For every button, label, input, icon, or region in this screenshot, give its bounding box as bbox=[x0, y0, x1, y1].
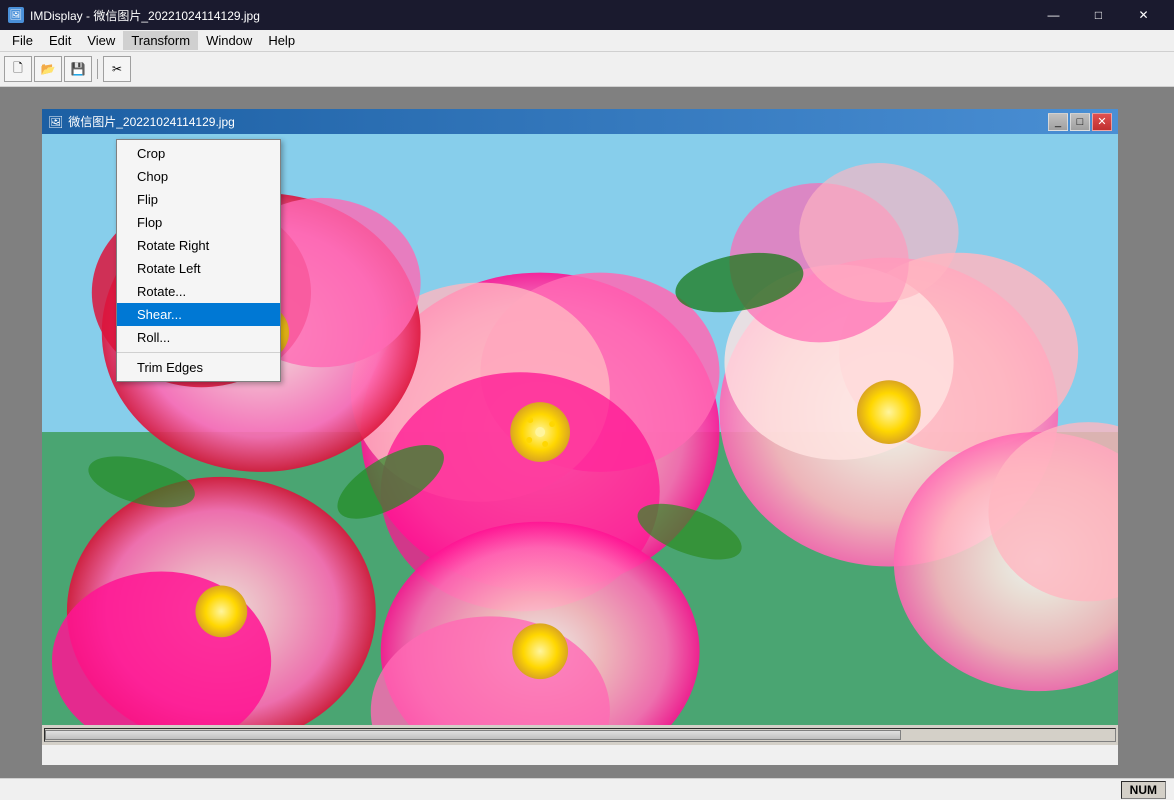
cut-button[interactable]: ✂ bbox=[103, 56, 131, 82]
scroll-thumb[interactable] bbox=[45, 730, 901, 740]
menu-transform[interactable]: Transform bbox=[123, 31, 198, 50]
menu-item-rotate-left[interactable]: Rotate Left bbox=[117, 257, 280, 280]
title-bar: 🖼 IMDisplay - 微信图片_20221024114129.jpg — … bbox=[0, 0, 1174, 30]
menu-bar: File Edit View Transform Window Help bbox=[0, 30, 1174, 52]
menu-item-flop[interactable]: Flop bbox=[117, 211, 280, 234]
menu-item-flip[interactable]: Flip bbox=[117, 188, 280, 211]
minimize-button[interactable]: — bbox=[1031, 0, 1076, 30]
inner-title-text: 微信图片_20221024114129.jpg bbox=[68, 113, 235, 130]
menu-item-roll[interactable]: Roll... bbox=[117, 326, 280, 349]
menu-item-rotate[interactable]: Rotate... bbox=[117, 280, 280, 303]
maximize-button[interactable]: □ bbox=[1076, 0, 1121, 30]
horizontal-scrollbar[interactable] bbox=[42, 725, 1118, 745]
menu-item-chop[interactable]: Chop bbox=[117, 165, 280, 188]
menu-item-crop[interactable]: Crop bbox=[117, 142, 280, 165]
inner-win-controls: _ □ ✕ bbox=[1048, 113, 1112, 131]
inner-title-bar: 🖼 微信图片_20221024114129.jpg _ □ ✕ bbox=[42, 109, 1118, 134]
menu-view[interactable]: View bbox=[79, 31, 123, 50]
title-text: IMDisplay - 微信图片_20221024114129.jpg bbox=[30, 7, 260, 24]
toolbar: 🗋 📂 💾 ✂ bbox=[0, 52, 1174, 87]
scroll-track bbox=[44, 728, 1116, 742]
menu-item-shear[interactable]: Shear... bbox=[117, 303, 280, 326]
close-button[interactable]: ✕ bbox=[1121, 0, 1166, 30]
main-area: 🖼 微信图片_20221024114129.jpg _ □ ✕ bbox=[0, 87, 1174, 778]
inner-close-button[interactable]: ✕ bbox=[1092, 113, 1112, 131]
status-bar: NUM bbox=[0, 778, 1174, 800]
menu-item-rotate-right[interactable]: Rotate Right bbox=[117, 234, 280, 257]
open-button[interactable]: 📂 bbox=[34, 56, 62, 82]
menu-file[interactable]: File bbox=[4, 31, 41, 50]
menu-help[interactable]: Help bbox=[260, 31, 303, 50]
inner-title-left: 🖼 微信图片_20221024114129.jpg bbox=[48, 113, 235, 130]
inner-app-icon: 🖼 bbox=[48, 115, 63, 129]
menu-window[interactable]: Window bbox=[198, 31, 260, 50]
menu-separator bbox=[117, 352, 280, 353]
transform-dropdown-menu: Crop Chop Flip Flop Rotate Right Rotate … bbox=[116, 139, 281, 382]
menu-item-trim-edges[interactable]: Trim Edges bbox=[117, 356, 280, 379]
window-controls: — □ ✕ bbox=[1031, 0, 1166, 30]
num-indicator: NUM bbox=[1121, 781, 1166, 799]
title-bar-left: 🖼 IMDisplay - 微信图片_20221024114129.jpg bbox=[8, 7, 260, 24]
inner-minimize-button[interactable]: _ bbox=[1048, 113, 1068, 131]
menu-edit[interactable]: Edit bbox=[41, 31, 79, 50]
new-button[interactable]: 🗋 bbox=[4, 56, 32, 82]
app-icon: 🖼 bbox=[8, 7, 24, 23]
inner-maximize-button[interactable]: □ bbox=[1070, 113, 1090, 131]
toolbar-separator bbox=[97, 59, 98, 79]
save-button[interactable]: 💾 bbox=[64, 56, 92, 82]
